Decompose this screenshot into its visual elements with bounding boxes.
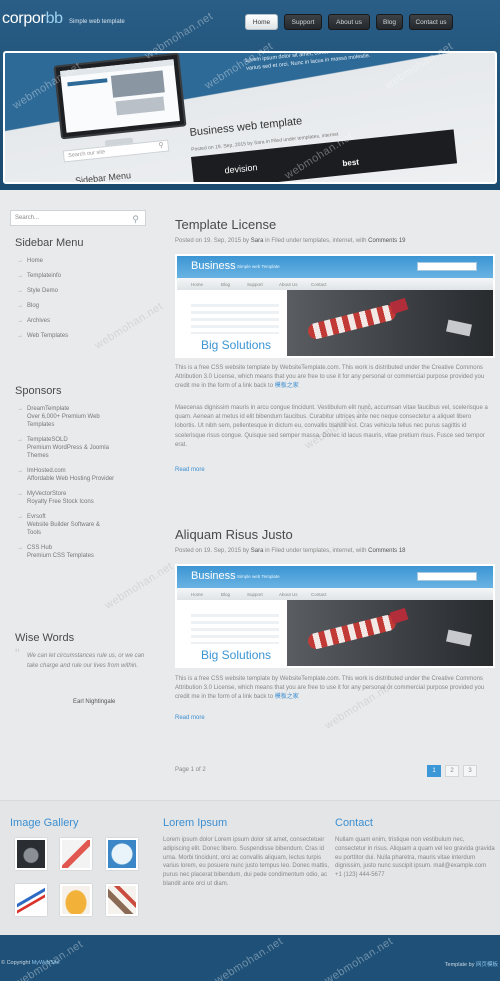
pagination-label: Page 1 of 2: [175, 767, 206, 773]
arrow-icon: →: [17, 468, 23, 474]
read-more-link[interactable]: Read more: [175, 715, 205, 721]
sidebar-menu-list: → Home → Templateinfo → Style Demo → Blog → A…: [15, 257, 150, 340]
page-1-button[interactable]: 1: [427, 765, 441, 777]
arrow-icon: →: [17, 491, 23, 497]
quote-icon: “: [15, 645, 20, 661]
quote: “ We can let circumstances rule us, or w…: [15, 645, 145, 669]
sponsors-title: Sponsors: [15, 385, 62, 397]
search-icon: ⚲: [158, 142, 165, 150]
nav-contact-us[interactable]: Contact us: [409, 14, 453, 30]
nav-about-us[interactable]: About us: [328, 14, 370, 30]
watermark: webmohan.net: [102, 560, 176, 612]
post-image: Business Simple web Template Home Blog Sup…: [175, 564, 495, 668]
chart-arrow-icon[interactable]: [15, 884, 47, 916]
sidebar-search-input[interactable]: Search... ⚲: [10, 210, 146, 226]
quote-author: Earl Nightingale: [73, 699, 116, 705]
lorem-ipsum-title: Lorem Ipsum: [163, 817, 228, 829]
monitor-image: [53, 53, 187, 140]
arrow-icon: →: [17, 406, 23, 412]
page-2-button[interactable]: 2: [445, 765, 459, 777]
site-header: corporbb Simple web template Home Suppor…: [0, 0, 500, 190]
post-body: This is a free CSS website template by W…: [175, 365, 485, 390]
site-logo[interactable]: corporbb: [2, 10, 63, 28]
sidebar-item-web-templates[interactable]: → Web Templates: [15, 332, 150, 340]
post-body-2: Maecenas dignissim mauris in arcu congue…: [175, 405, 488, 448]
nav-support[interactable]: Support: [284, 14, 322, 30]
site-tagline: Simple web template: [69, 19, 125, 25]
camera-icon[interactable]: [15, 838, 47, 870]
main-nav: Home Support About us Blog Contact us: [244, 14, 500, 32]
sidebar-item-style-demo[interactable]: → Style Demo: [15, 287, 150, 295]
sponsor-item[interactable]: → CSS Hub Premium CSS Templates: [15, 544, 115, 560]
hero-slider[interactable]: Lorem ipsum dolor sit amet, consectetur …: [3, 51, 497, 184]
sponsor-item[interactable]: → TemplateSOLD Premium WordPress & Joomla …: [15, 436, 115, 460]
arrow-icon: →: [17, 273, 23, 279]
contact-text: Nullam quam enim, tristique non vestibul…: [335, 837, 495, 879]
sponsors-list: → DreamTemplate Over 6,000+ Premium Web Te…: [15, 405, 115, 560]
lorem-ipsum-text: Lorem ipsum dolor Lorem ipsum dolor sit …: [163, 837, 330, 887]
shoes-icon[interactable]: [60, 838, 92, 870]
logo-text-b: bb: [45, 10, 64, 27]
copyright: © Copyright MyWebSite: [1, 960, 60, 966]
contact-phone: +1 (123) 444-5677: [335, 872, 385, 879]
sidebar-item-home[interactable]: → Home: [15, 257, 150, 265]
tools-icon[interactable]: [106, 884, 138, 916]
contact-title: Contact: [335, 817, 373, 829]
post-title[interactable]: Template License: [175, 217, 276, 232]
sidebar-item-templateinfo[interactable]: → Templateinfo: [15, 272, 150, 280]
arrow-icon: →: [17, 318, 23, 324]
sidebar-item-blog[interactable]: → Blog: [15, 302, 150, 310]
arrow-icon: →: [17, 333, 23, 339]
sidebar-menu-title: Sidebar Menu: [15, 237, 84, 249]
site-footer: [0, 935, 500, 981]
nav-blog[interactable]: Blog: [376, 14, 403, 30]
sponsor-item[interactable]: → Evrsoft Website Builder Software & Tools: [15, 513, 115, 537]
arrow-icon: →: [17, 545, 23, 551]
clock-icon[interactable]: [106, 838, 138, 870]
wise-words-title: Wise Words: [15, 632, 75, 644]
arrow-icon: →: [17, 437, 23, 443]
sponsor-item[interactable]: → MyVectorStore Royalty Free Stock Icons: [15, 490, 115, 506]
template-credit: Template by 网页模板: [444, 962, 498, 968]
nav-home[interactable]: Home: [245, 14, 278, 30]
logo-text-a: corpor: [2, 10, 46, 27]
post-title[interactable]: Aliquam Risus Justo: [175, 527, 293, 542]
sidebar-item-archives[interactable]: → Archives: [15, 317, 150, 325]
arrow-icon: →: [17, 514, 23, 520]
gallery-title: Image Gallery: [10, 817, 79, 829]
post-meta: Posted on 19. Sep, 2015 by Sara in Filed…: [175, 548, 406, 554]
post-meta: Posted on 19. Sep, 2015 by Sara in Filed…: [175, 238, 406, 244]
sponsor-item[interactable]: → ImHosted.com Affordable Web Hosting Prov…: [15, 467, 115, 483]
arrow-icon: →: [17, 303, 23, 309]
post-body: This is a free CSS website template by W…: [175, 676, 485, 701]
sponsor-item[interactable]: → DreamTemplate Over 6,000+ Premium Web Te…: [15, 405, 115, 429]
idea-icon[interactable]: [60, 884, 92, 916]
post-image: Business Simple web Template Home Blog Sup…: [175, 254, 495, 358]
arrow-icon: →: [17, 258, 23, 264]
arrow-icon: →: [17, 288, 23, 294]
search-icon[interactable]: ⚲: [132, 212, 139, 226]
page-3-button[interactable]: 3: [463, 765, 477, 777]
read-more-link[interactable]: Read more: [175, 467, 205, 473]
